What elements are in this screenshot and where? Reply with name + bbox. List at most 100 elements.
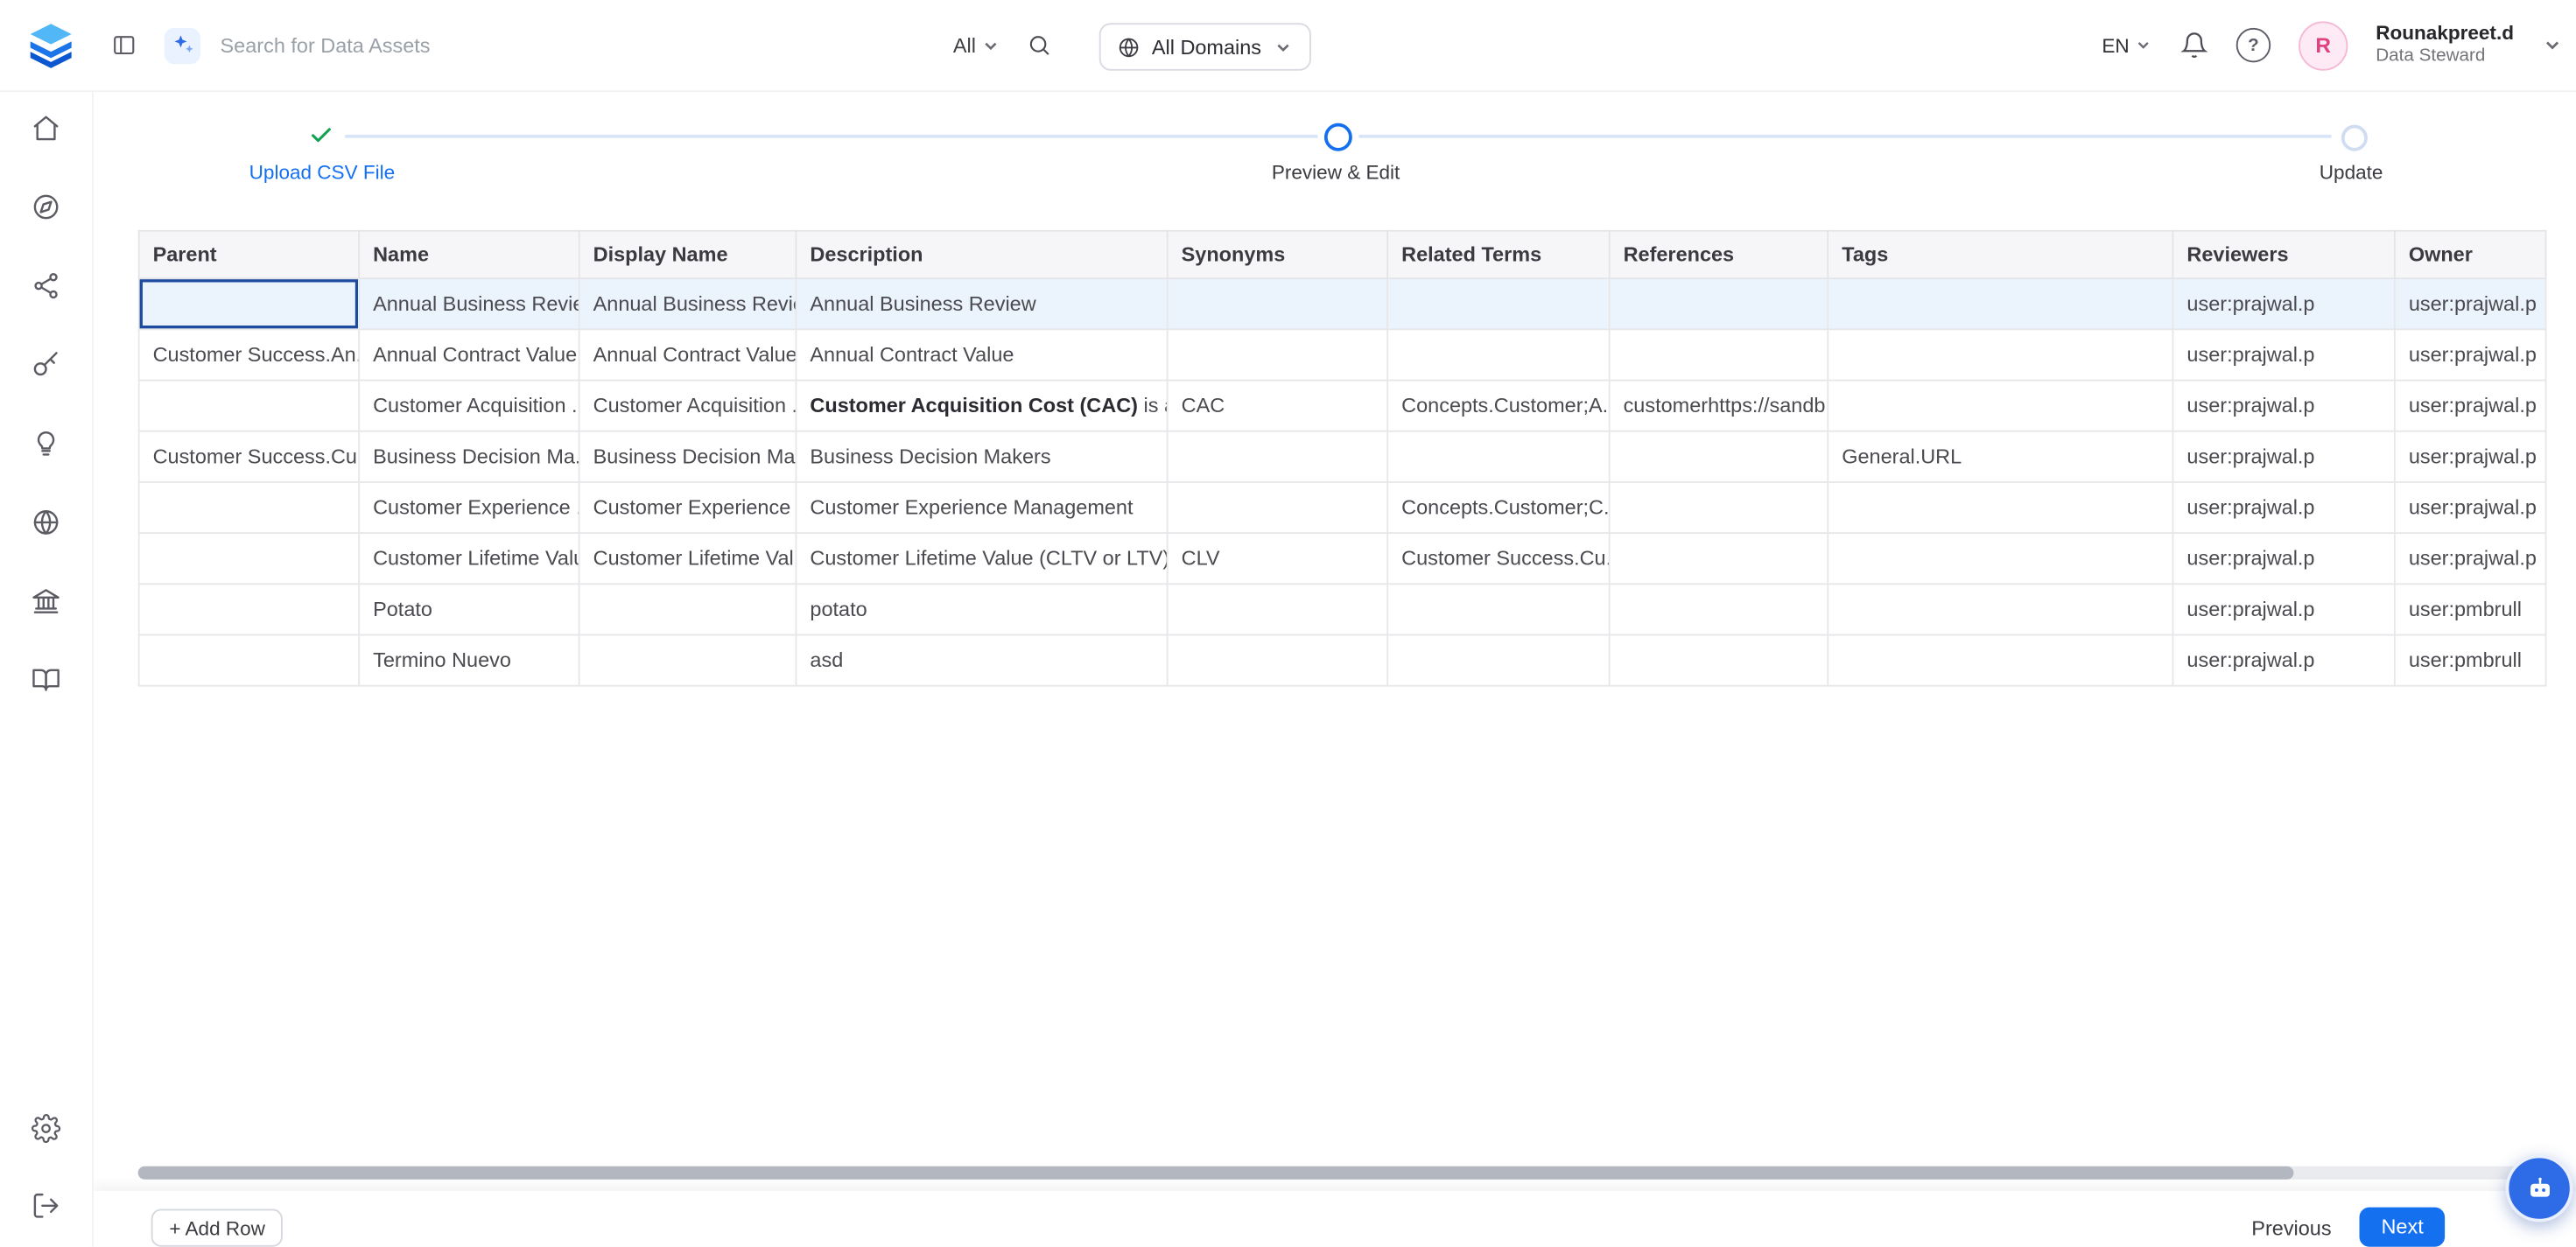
ai-sparkle-icon[interactable] [165,27,200,63]
table-cell[interactable] [1610,482,1828,533]
table-cell[interactable]: Potato [359,584,579,634]
table-cell[interactable]: asd [796,634,1167,685]
table-cell[interactable]: user:pmbrull [2395,634,2546,685]
table-cell[interactable] [1828,584,2172,634]
table-cell[interactable]: Annual Business Review [359,278,579,329]
table-cell[interactable]: user:prajwal.p [2172,634,2394,685]
table-cell[interactable] [139,533,360,584]
table-cell[interactable] [139,634,360,685]
table-cell[interactable] [1168,482,1388,533]
lineage-graph-icon[interactable] [32,271,61,301]
chevron-down-icon[interactable] [2542,34,2563,55]
table-cell[interactable]: user:prajwal.p [2395,329,2546,380]
table-cell[interactable] [139,381,360,431]
table-cell[interactable] [1610,329,1828,380]
table-cell[interactable] [139,584,360,634]
table-cell[interactable] [1610,634,1828,685]
table-cell[interactable]: customerhttps://sandb... [1610,381,1828,431]
table-cell[interactable]: Business Decision Ma... [579,431,797,482]
domain-selector[interactable]: All Domains [1099,23,1311,70]
table-cell[interactable]: Customer Acquisition Cost (CAC) is a ... [796,381,1167,431]
table-cell[interactable] [579,584,797,634]
table-cell[interactable] [1387,634,1609,685]
app-logo-icon[interactable] [26,20,75,69]
table-cell[interactable]: user:prajwal.p [2395,381,2546,431]
search-input[interactable] [217,32,937,59]
user-menu[interactable]: Rounakpreet.d Data Steward [2376,22,2514,69]
explore-compass-icon[interactable] [32,193,61,222]
previous-button[interactable]: Previous [2238,1209,2344,1247]
user-avatar[interactable]: R [2299,20,2348,69]
table-cell[interactable]: user:prajwal.p [2172,278,2394,329]
table-cell[interactable]: user:prajwal.p [2172,381,2394,431]
table-cell[interactable]: potato [796,584,1167,634]
table-cell[interactable] [1168,278,1388,329]
table-cell[interactable] [1610,431,1828,482]
add-row-button[interactable]: + Add Row [151,1209,284,1247]
horizontal-scrollbar-thumb[interactable] [138,1166,2294,1180]
table-cell[interactable]: Customer Success.An... [139,329,360,380]
help-icon[interactable]: ? [2236,28,2271,62]
table-cell[interactable]: user:prajwal.p [2395,431,2546,482]
table-cell[interactable]: Annual Business Revie... [579,278,797,329]
notifications-bell-icon[interactable] [2180,32,2208,60]
table-cell[interactable]: Annual Contract Value [796,329,1167,380]
table-cell[interactable] [1387,584,1609,634]
table-cell[interactable]: Termino Nuevo [359,634,579,685]
search-scope-dropdown[interactable]: All [953,33,1000,56]
table-cell[interactable] [1387,278,1609,329]
language-selector[interactable]: EN [2102,33,2152,56]
table-cell[interactable]: user:prajwal.p [2172,431,2394,482]
settings-gear-icon[interactable] [32,1114,61,1144]
table-cell[interactable] [1828,482,2172,533]
step-label-update[interactable]: Update [2236,161,2467,184]
table-cell[interactable]: Customer Acquisition ... [359,381,579,431]
table-cell[interactable]: Customer Lifetime Val... [579,533,797,584]
table-cell[interactable] [1387,431,1609,482]
table-cell[interactable]: Annual Business Review [796,278,1167,329]
domains-globe-icon[interactable] [32,508,61,537]
table-cell[interactable] [1828,329,2172,380]
table-cell[interactable] [139,482,360,533]
table-cell[interactable]: user:prajwal.p [2172,329,2394,380]
home-icon[interactable] [32,114,61,144]
table-cell[interactable] [1828,381,2172,431]
table-cell[interactable]: Customer Acquisition ... [579,381,797,431]
table-cell[interactable] [579,634,797,685]
horizontal-scrollbar-track[interactable] [138,1166,2547,1180]
table-cell[interactable] [1168,431,1388,482]
table-cell[interactable] [1168,329,1388,380]
table-cell[interactable] [1387,329,1609,380]
table-cell[interactable] [1828,533,2172,584]
table-cell[interactable]: user:prajwal.p [2172,482,2394,533]
table-cell[interactable] [1168,584,1388,634]
table-cell[interactable] [1168,634,1388,685]
table-cell[interactable]: user:prajwal.p [2395,482,2546,533]
next-button[interactable]: Next [2360,1208,2445,1247]
table-cell[interactable] [139,278,360,329]
table-cell[interactable]: user:prajwal.p [2395,533,2546,584]
logout-icon[interactable] [32,1191,61,1221]
govern-bank-icon[interactable] [32,586,61,616]
table-cell[interactable] [1610,278,1828,329]
table-cell[interactable] [1610,533,1828,584]
step-label-preview[interactable]: Preview & Edit [1221,161,1451,184]
table-cell[interactable]: CAC [1168,381,1388,431]
table-cell[interactable]: Business Decision Ma... [359,431,579,482]
table-cell[interactable]: user:prajwal.p [2395,278,2546,329]
table-cell[interactable]: Customer Lifetime Value [359,533,579,584]
table-cell[interactable]: Customer Experience Management [796,482,1167,533]
chatbot-fab[interactable] [2506,1155,2573,1222]
table-cell[interactable]: Customer Success.Cu... [1387,533,1609,584]
table-cell[interactable]: Annual Contract Value ... [579,329,797,380]
table-cell[interactable]: user:pmbrull [2395,584,2546,634]
table-cell[interactable]: user:prajwal.p [2172,533,2394,584]
table-cell[interactable]: Concepts.Customer;A... [1387,381,1609,431]
sidebar-toggle-icon[interactable] [112,33,137,58]
table-cell[interactable]: Customer Lifetime Value (CLTV or LTV) i.… [796,533,1167,584]
glossary-book-icon[interactable] [32,665,61,695]
search-icon[interactable] [1027,33,1051,58]
insights-bulb-icon[interactable] [32,429,61,459]
table-cell[interactable]: Business Decision Makers [796,431,1167,482]
table-cell[interactable]: Concepts.Customer;C... [1387,482,1609,533]
